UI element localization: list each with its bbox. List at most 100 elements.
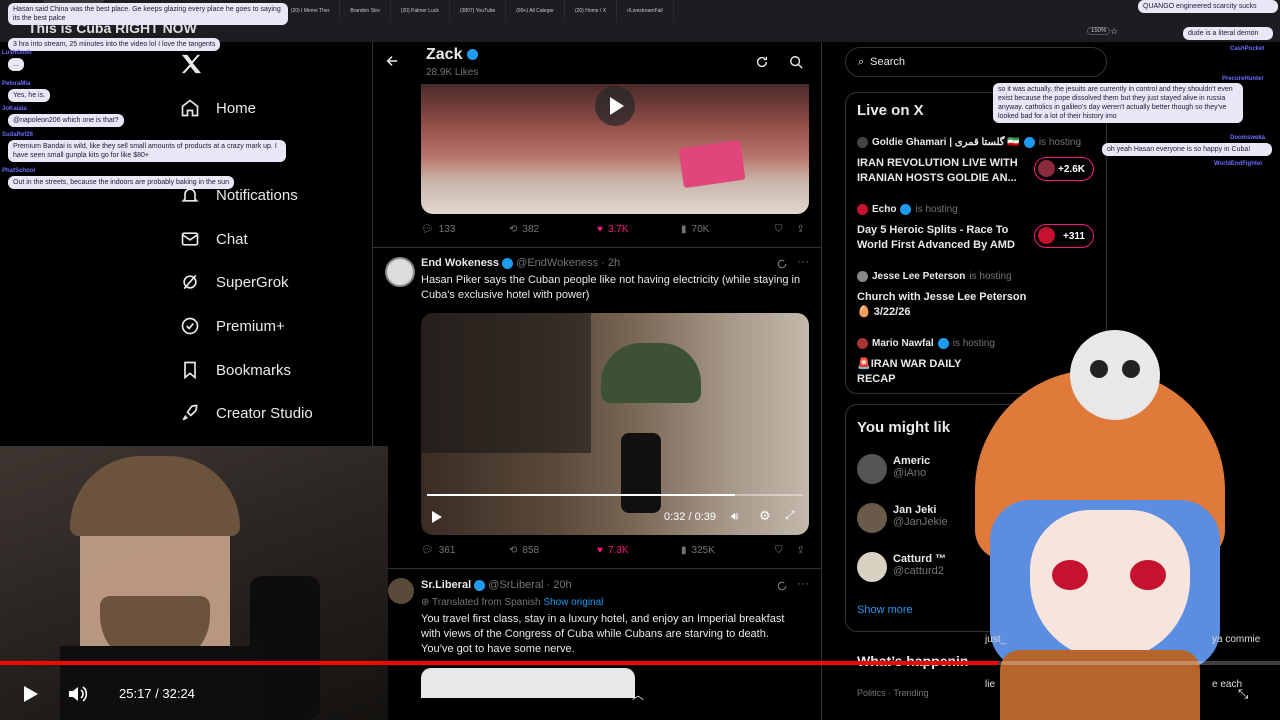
post-video-crowd[interactable] bbox=[421, 84, 809, 214]
player-progress-bar[interactable] bbox=[0, 661, 1280, 665]
more-icon[interactable]: ··· bbox=[797, 576, 809, 590]
nav-chat-label: Chat bbox=[216, 230, 248, 248]
browser-tab[interactable]: Brandon Stro bbox=[340, 0, 391, 22]
video-progress-track[interactable] bbox=[427, 494, 803, 496]
x-logo-icon[interactable] bbox=[180, 54, 202, 74]
reply-button[interactable]: 💬︎ 361 bbox=[421, 545, 509, 556]
chat-fragment: just_ bbox=[985, 634, 1007, 645]
browser-tab[interactable]: (20) Home / X bbox=[565, 0, 618, 22]
volume-icon[interactable]: 🔊︎ bbox=[731, 509, 739, 524]
post2-handle[interactable]: @EndWokeness bbox=[516, 257, 598, 269]
verified-badge-icon bbox=[502, 257, 514, 269]
end-wokeness-avatar[interactable] bbox=[385, 257, 415, 287]
live-title-1[interactable]: IRAN REVOLUTION LIVE WITH IRANIAN HOSTS … bbox=[857, 156, 1029, 186]
globe-icon: ⊕ bbox=[421, 597, 430, 608]
search-icon[interactable] bbox=[789, 55, 803, 69]
nav-notifications-label: Notifications bbox=[216, 186, 298, 204]
views-button[interactable]: ▮ 325K bbox=[681, 545, 769, 556]
browser-tab[interactable]: r/LivestreamFail bbox=[617, 0, 674, 22]
post3-time[interactable]: · 20h bbox=[547, 579, 572, 591]
fullscreen-icon[interactable]: ⤢ bbox=[785, 508, 795, 523]
views-button[interactable]: ▮ 70K bbox=[681, 224, 769, 235]
like-count: 7.3K bbox=[607, 545, 629, 556]
post2-author[interactable]: End Wokeness bbox=[421, 257, 499, 269]
bookmark-action-icon[interactable]: ⛉ bbox=[775, 545, 783, 556]
suggest-avatar-2[interactable] bbox=[857, 503, 887, 533]
post3-text: You travel first class, stay in a luxury… bbox=[421, 613, 785, 655]
post2-time[interactable]: · 2h bbox=[601, 257, 620, 269]
repost-button[interactable]: ⟲ 858 bbox=[509, 545, 597, 556]
trending-category: Politics · Trending bbox=[857, 688, 929, 698]
share-icon[interactable]: ⇪ bbox=[797, 224, 805, 235]
chat-message: so it was actually. the jesuits are curr… bbox=[993, 83, 1243, 123]
zoom-level[interactable]: 150% bbox=[1087, 27, 1111, 35]
search-box[interactable]: ⌕ Search bbox=[845, 47, 1107, 77]
nav-supergrok[interactable]: SuperGrok bbox=[180, 272, 289, 292]
nav-creator-studio[interactable]: Creator Studio bbox=[180, 403, 313, 423]
video-play-icon[interactable] bbox=[431, 510, 443, 524]
player-play-icon[interactable] bbox=[22, 684, 40, 704]
views-chart-icon: ▮ bbox=[681, 545, 687, 556]
live-listeners-pill-1[interactable]: +2.6K bbox=[1034, 157, 1094, 181]
show-more-link[interactable]: Show more bbox=[857, 604, 913, 616]
grok-post-icon[interactable] bbox=[776, 580, 788, 592]
volume-icon[interactable] bbox=[66, 683, 88, 705]
reply-button[interactable]: 💬︎ 133 bbox=[421, 224, 509, 235]
repost-count: 382 bbox=[522, 224, 540, 235]
nav-bookmarks[interactable]: Bookmarks bbox=[180, 360, 291, 380]
live-panel-title: Live on X bbox=[857, 102, 924, 119]
live-host-1[interactable]: Goldie Ghamari | گلستا قمری 🇮🇷 is hosting bbox=[857, 137, 1081, 148]
live-host-3[interactable]: Jesse Lee Peterson is hosting bbox=[857, 271, 1012, 282]
live-title-2[interactable]: Day 5 Heroic Splits - Race To World Firs… bbox=[857, 223, 1029, 253]
nav-chat[interactable]: Chat bbox=[180, 229, 248, 249]
show-original-link[interactable]: Show original bbox=[543, 597, 603, 608]
grok-post-icon[interactable] bbox=[776, 258, 788, 270]
play-button[interactable] bbox=[595, 86, 635, 126]
live-listeners-pill-2[interactable]: +311 bbox=[1034, 224, 1094, 248]
like-button[interactable]: ♥ 3.7K bbox=[597, 224, 681, 235]
live-host-name: Jesse Lee Peterson bbox=[872, 271, 966, 282]
listener-count: +311 bbox=[1063, 230, 1085, 242]
profile-name: Zack bbox=[426, 46, 478, 64]
video-chat-overlay bbox=[421, 313, 591, 453]
like-button[interactable]: ♥ 7.3K bbox=[597, 545, 681, 556]
nav-home[interactable]: Home bbox=[180, 98, 256, 118]
chat-message: @napoleon206 which one is that? bbox=[8, 114, 124, 127]
more-icon[interactable]: ··· bbox=[797, 254, 809, 268]
live-host-name: Echo bbox=[872, 204, 897, 215]
suggest-avatar-3[interactable] bbox=[857, 552, 887, 582]
sr-liberal-avatar[interactable] bbox=[388, 578, 414, 604]
refresh-icon[interactable] bbox=[755, 55, 769, 69]
post3-image[interactable] bbox=[421, 668, 635, 698]
video-time: 0:32 / 0:39 bbox=[664, 511, 716, 523]
settings-gear-icon[interactable]: ⚙ bbox=[759, 508, 771, 524]
profile-name-text: Zack bbox=[426, 46, 463, 63]
browser-tab[interactable]: (20) Palmer Luck bbox=[391, 0, 450, 22]
bookmark-action-icon[interactable]: ⛉ bbox=[775, 224, 783, 235]
search-input[interactable]: Search bbox=[870, 56, 905, 68]
star-icon[interactable]: ☆ bbox=[1110, 26, 1118, 37]
browser-tab[interactable]: (20) I Meme Ther bbox=[281, 0, 341, 22]
verified-badge-icon bbox=[466, 49, 478, 61]
chevron-up-icon[interactable]: ︿ bbox=[632, 686, 644, 703]
fullscreen-exit-icon[interactable]: ⤡ bbox=[1238, 686, 1248, 702]
nav-premium[interactable]: Premium+ bbox=[180, 316, 285, 336]
chat-fragment: lie bbox=[985, 679, 996, 690]
browser-tab[interactable]: (3807) YouTube bbox=[450, 0, 507, 22]
repost-button[interactable]: ⟲ 382 bbox=[509, 224, 597, 235]
browser-tab[interactable]: (99+) All Categor bbox=[506, 0, 565, 22]
back-arrow-icon[interactable] bbox=[385, 54, 399, 68]
skull-emblem bbox=[1070, 330, 1160, 420]
avatar bbox=[1038, 160, 1055, 177]
nav-premium-label: Premium+ bbox=[216, 317, 285, 335]
chat-username: PhatSchool bbox=[2, 168, 36, 174]
play-icon bbox=[610, 97, 624, 115]
chat-message: Yes, he is. bbox=[8, 89, 51, 102]
suggest-avatar-1[interactable] bbox=[857, 454, 887, 484]
mail-icon bbox=[181, 232, 199, 246]
post3-author[interactable]: Sr.Liberal bbox=[421, 579, 471, 591]
share-icon[interactable]: ⇪ bbox=[797, 545, 805, 556]
post2-video[interactable]: 0:32 / 0:39 🔊︎ ⚙ ⤢ bbox=[421, 313, 809, 535]
live-host-2[interactable]: Echo is hosting bbox=[857, 204, 958, 215]
post3-handle[interactable]: @SrLiberal bbox=[488, 579, 543, 591]
